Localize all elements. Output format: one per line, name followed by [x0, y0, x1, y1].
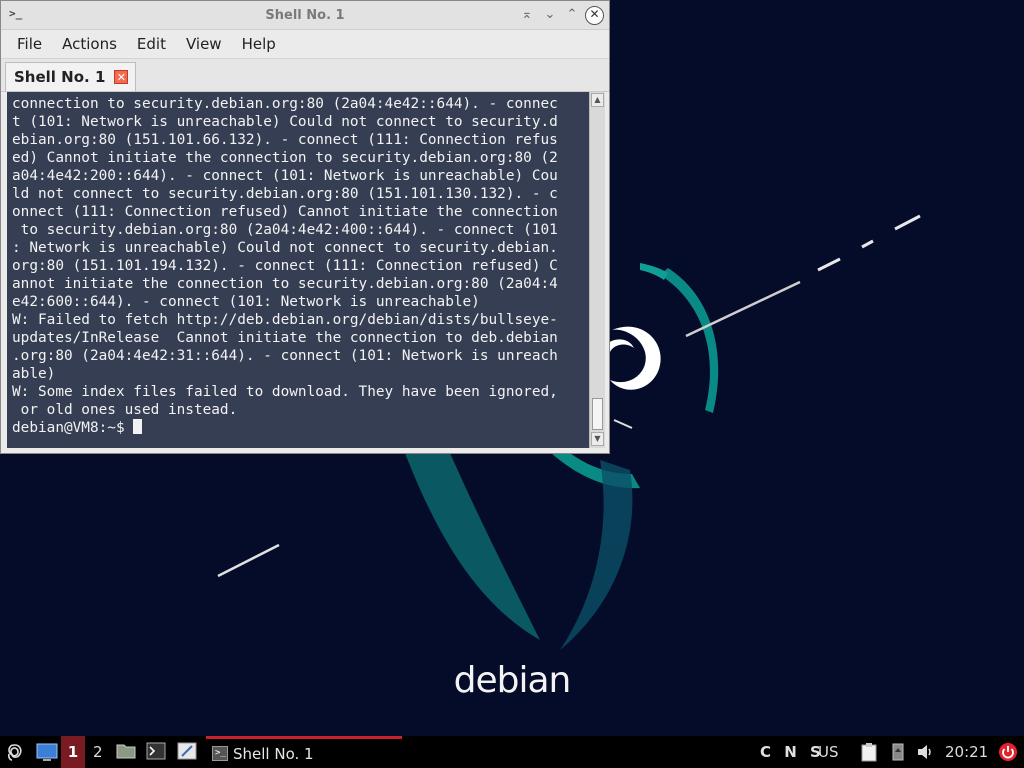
shade-window-icon[interactable]: ⌅ [518, 6, 536, 24]
tab-label: Shell No. 1 [14, 68, 106, 86]
terminal-line: org:80 (151.101.194.132). - connect (111… [12, 258, 558, 274]
task-label: Shell No. 1 [233, 745, 314, 763]
menu-actions[interactable]: Actions [52, 30, 127, 58]
workspace-1-button[interactable]: 1 [61, 736, 85, 768]
clock[interactable]: 20:21 [945, 736, 988, 768]
tab-shell-1[interactable]: Shell No. 1 ✕ [5, 62, 136, 91]
window-titlebar[interactable]: >_ Shell No. 1 ⌅ ⌄ ⌃ ✕ [1, 1, 609, 30]
scroll-up-icon[interactable]: ▲ [591, 93, 604, 107]
maximize-window-icon[interactable]: ⌃ [563, 6, 581, 24]
terminal-text: connection to security.debian.org:80 (2a… [7, 92, 589, 437]
taskbar: 1 2 >_ Shell No. 1 C N S US 20:21 [0, 736, 1024, 768]
terminal-line: able) [12, 366, 56, 382]
tab-bar: Shell No. 1 ✕ [1, 59, 609, 92]
speaker-icon[interactable] [915, 742, 935, 762]
workspace-2-button[interactable]: 2 [93, 736, 103, 768]
folder-icon[interactable] [116, 742, 136, 762]
terminal-line: ebian.org:80 (151.101.66.132). - connect… [12, 132, 558, 148]
debian-swirl-icon[interactable] [4, 742, 24, 762]
menu-view[interactable]: View [176, 30, 232, 58]
lock-keys-indicator: C N S [760, 743, 825, 761]
menu-file[interactable]: File [7, 30, 52, 58]
terminal-line: updates/InRelease Cannot initiate the co… [12, 330, 558, 346]
minimize-window-icon[interactable]: ⌄ [541, 6, 559, 24]
terminal-line: .org:80 (2a04:4e42:31::644). - connect (… [12, 348, 558, 364]
usb-icon[interactable] [888, 742, 908, 762]
terminal-line: W: Failed to fetch http://deb.debian.org… [12, 312, 558, 328]
terminal-prompt: debian@VM8:~$ [12, 420, 134, 436]
menubar: File Actions Edit View Help [1, 30, 609, 59]
terminal-window: >_ Shell No. 1 ⌅ ⌄ ⌃ ✕ File Actions Edit… [0, 0, 610, 454]
text-editor-icon[interactable] [177, 742, 197, 762]
clipboard-icon[interactable] [859, 742, 879, 762]
scroll-down-icon[interactable]: ▼ [591, 432, 604, 446]
terminal-line: t (101: Network is unreachable) Could no… [12, 114, 558, 130]
close-window-icon[interactable]: ✕ [585, 6, 604, 25]
keyboard-layout[interactable]: US [818, 736, 839, 768]
terminal-line: connection to security.debian.org:80 (2a… [12, 96, 558, 112]
terminal-line: or old ones used instead. [12, 402, 238, 418]
terminal-line: to security.debian.org:80 (2a04:4e42:400… [12, 222, 558, 238]
terminal-line: e42:600::644). - connect (101: Network i… [12, 294, 480, 310]
terminal-line: a04:4e42:200::644). - connect (101: Netw… [12, 168, 558, 184]
terminal-line: : Network is unreachable) Could not conn… [12, 240, 558, 256]
terminal-line: W: Some index files failed to download. … [12, 384, 558, 400]
terminal-icon[interactable] [146, 742, 166, 762]
terminal-cursor [133, 419, 143, 434]
menu-edit[interactable]: Edit [127, 30, 176, 58]
scrollbar-thumb[interactable] [592, 398, 603, 430]
tab-close-icon[interactable]: ✕ [114, 70, 129, 84]
terminal-line: ed) Cannot initiate the connection to se… [12, 150, 558, 166]
terminal-output[interactable]: connection to security.debian.org:80 (2a… [7, 92, 589, 448]
menu-help[interactable]: Help [232, 30, 286, 58]
power-icon[interactable] [998, 742, 1018, 762]
terminal-scrollbar[interactable]: ▲ ▼ [589, 92, 605, 448]
terminal-icon: >_ [212, 746, 228, 761]
desktop-icon[interactable] [36, 742, 58, 762]
terminal-line: annot initiate the connection to securit… [12, 276, 558, 292]
terminal-line: ld not connect to security.debian.org:80… [12, 186, 558, 202]
task-shell-1[interactable]: >_ Shell No. 1 [206, 736, 402, 768]
debian-logo-text: debian [453, 660, 572, 701]
terminal-line: onnect (111: Connection refused) Cannot … [12, 204, 558, 220]
